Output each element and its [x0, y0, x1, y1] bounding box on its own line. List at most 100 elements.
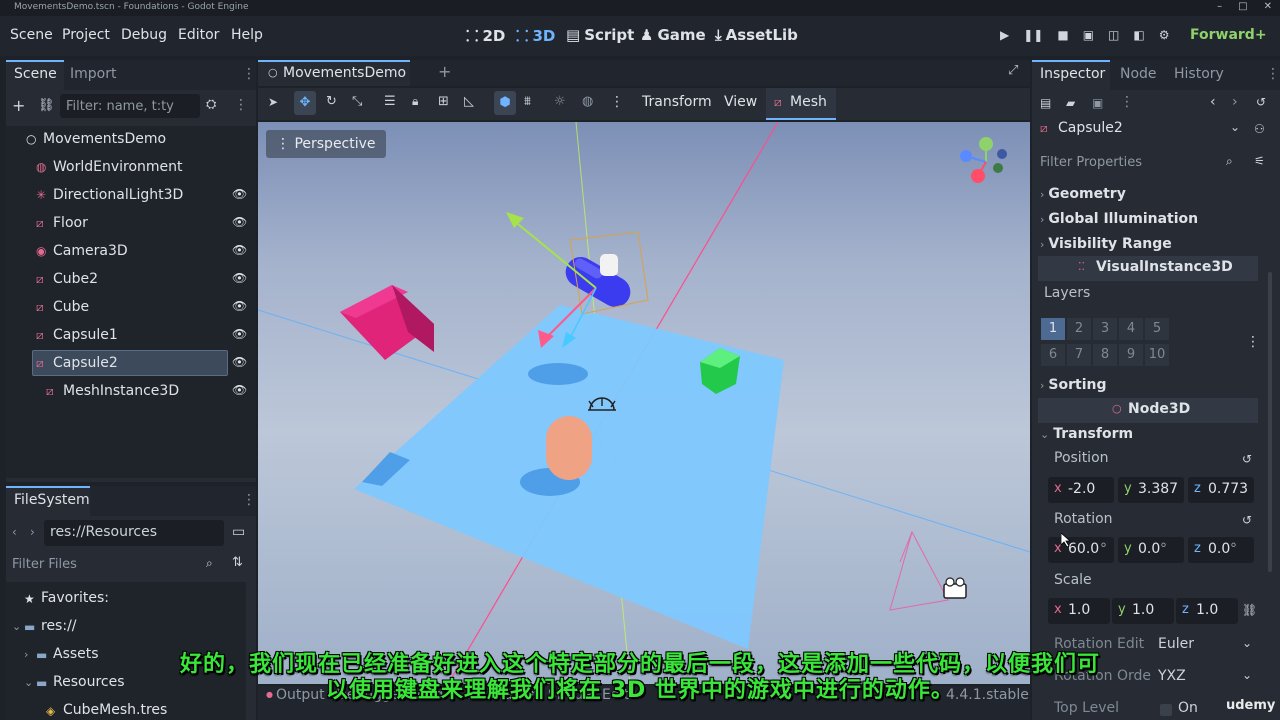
menu-help[interactable]: Help: [231, 27, 263, 43]
ruler-icon[interactable]: ◺: [464, 94, 474, 109]
workspace-game-button[interactable]: ♟ Game: [640, 26, 706, 44]
menu-project[interactable]: Project: [62, 27, 110, 43]
rotate-tool-icon[interactable]: ↻: [326, 94, 337, 109]
scene-tree-item-cube[interactable]: ⧄ Cube 👁︎: [10, 294, 250, 322]
layers-menu-icon[interactable]: ⋮: [1246, 334, 1260, 350]
add-node-icon[interactable]: +: [12, 96, 25, 115]
sort-icon[interactable]: ⇅: [232, 555, 243, 570]
add-scene-tab-icon[interactable]: +: [438, 62, 451, 81]
workspace-2d-button[interactable]: ⸬ 2D: [466, 26, 505, 46]
minimize-button[interactable]: –: [1217, 1, 1222, 12]
layer-cell-4[interactable]: 4: [1119, 318, 1143, 340]
scale-x-field[interactable]: x 1.0: [1048, 598, 1110, 624]
rotation-revert-icon[interactable]: ↺: [1242, 513, 1252, 527]
property-options-icon[interactable]: ⚟: [1254, 154, 1265, 168]
view-menu[interactable]: View: [724, 94, 757, 110]
run-custom-scene-icon[interactable]: ⚙: [1159, 28, 1170, 42]
scene-tree-item-floor[interactable]: ⧄ Floor 👁︎: [10, 210, 250, 238]
scene-tree-item-capsule2[interactable]: ⧄ Capsule2 👁︎: [10, 350, 250, 378]
history-back-icon[interactable]: ‹: [1210, 94, 1216, 110]
layer-cell-6[interactable]: 6: [1041, 344, 1065, 366]
close-window-button[interactable]: ✕: [1264, 1, 1272, 12]
forward-icon[interactable]: ›: [30, 525, 35, 539]
toolbar-more-icon[interactable]: ⋮: [610, 94, 624, 110]
tab-scene[interactable]: Scene: [14, 66, 57, 82]
scene-tree-item-camera3d[interactable]: ◉ Camera3D 👁︎: [10, 238, 250, 266]
scale-y-field[interactable]: y 1.0: [1112, 598, 1174, 624]
scale-z-field[interactable]: z 1.0: [1176, 598, 1238, 624]
perspective-menu[interactable]: ⋮ Perspective: [266, 130, 386, 158]
visibility-eye-icon[interactable]: 👁︎: [232, 243, 247, 257]
link-scale-icon[interactable]: ⛓: [1242, 603, 1257, 617]
position-z-field[interactable]: z 0.773: [1188, 477, 1254, 503]
visibility-eye-icon[interactable]: 👁︎: [232, 187, 247, 201]
select-tool-icon[interactable]: ➤: [268, 95, 278, 109]
file-tree-item-favorites[interactable]: ★ Favorites:: [10, 590, 242, 614]
recent-history-icon[interactable]: ↺: [1256, 95, 1266, 109]
history-forward-icon[interactable]: ›: [1232, 94, 1238, 110]
visibility-eye-icon[interactable]: 👁︎: [232, 215, 247, 229]
filesystem-menu-icon[interactable]: ⋮: [242, 492, 256, 508]
scene-tree-item-directionallight3d[interactable]: ✳ DirectionalLight3D 👁︎: [10, 182, 250, 210]
dock-menu-icon[interactable]: ⋮: [242, 66, 256, 82]
workspace-assetlib-button[interactable]: ⤓ AssetLib: [715, 26, 798, 44]
snap-icon[interactable]: ⩩: [524, 94, 531, 109]
position-revert-icon[interactable]: ↺: [1242, 452, 1252, 466]
scene-tree-menu-icon[interactable]: ⋮: [234, 97, 248, 113]
workspace-3d-button[interactable]: ⸬ 3D: [516, 26, 555, 46]
node-info-icon[interactable]: ⚇: [1254, 122, 1265, 136]
rotation-y-field[interactable]: y 0.0 °: [1118, 537, 1184, 563]
scene-filter-input[interactable]: [60, 94, 200, 118]
inspector-tools-icon[interactable]: ⋮: [1120, 94, 1134, 110]
scene-tree-item-movementsdemo[interactable]: ○ MovementsDemo: [10, 126, 250, 154]
new-resource-icon[interactable]: ▤: [1040, 96, 1051, 110]
tab-node[interactable]: Node: [1120, 66, 1157, 82]
section-sorting[interactable]: › Sorting: [1040, 377, 1107, 393]
layer-cell-8[interactable]: 8: [1093, 344, 1117, 366]
run-current-scene-icon[interactable]: ◧: [1133, 28, 1144, 42]
scale-tool-icon[interactable]: ⤡: [352, 94, 362, 109]
local-space-icon[interactable]: ⬢: [494, 91, 516, 115]
3d-viewport[interactable]: ⋮ Perspective: [258, 122, 1030, 684]
inspector-dock-menu-icon[interactable]: ⋮: [1266, 66, 1280, 82]
workspace-script-button[interactable]: ▤ Script: [566, 26, 634, 44]
file-tree-item-res[interactable]: ⌄ ▬ res://: [10, 618, 242, 642]
list-select-icon[interactable]: ☰: [384, 94, 396, 109]
file-tree-item-cubemesh-tres[interactable]: ◈ CubeMesh.tres: [10, 702, 242, 716]
visibility-eye-icon[interactable]: 👁︎: [232, 271, 247, 285]
open-resource-icon[interactable]: ▰: [1066, 96, 1075, 110]
back-icon[interactable]: ‹: [12, 525, 17, 539]
section-global-illumination[interactable]: › Global Illumination: [1040, 211, 1198, 227]
section-transform[interactable]: ⌄ Transform: [1040, 426, 1133, 442]
pause-icon[interactable]: ❚❚: [1023, 28, 1043, 42]
object-selector[interactable]: ⧄ Capsule2 ⌄: [1034, 118, 1244, 142]
layer-cell-9[interactable]: 9: [1119, 344, 1143, 366]
play-icon[interactable]: ▶: [1000, 28, 1009, 42]
layer-cell-10[interactable]: 10: [1145, 344, 1169, 366]
movie-maker-icon[interactable]: ◫: [1108, 28, 1119, 42]
section-visibility-range[interactable]: › Visibility Range: [1040, 236, 1172, 252]
visibility-eye-icon[interactable]: 👁︎: [232, 327, 247, 341]
rotation-x-field[interactable]: x 60.0 °: [1048, 537, 1114, 563]
menu-debug[interactable]: Debug: [121, 27, 167, 43]
visibility-eye-icon[interactable]: 👁︎: [232, 299, 247, 313]
environment-preview-icon[interactable]: ◍: [582, 94, 593, 109]
layer-cell-5[interactable]: 5: [1145, 318, 1169, 340]
stop-icon[interactable]: ■: [1057, 28, 1068, 42]
transform-menu[interactable]: Transform: [642, 94, 712, 110]
tab-filesystem[interactable]: FileSystem: [14, 492, 90, 508]
link-icon[interactable]: ⛓: [38, 98, 55, 113]
move-tool-icon[interactable]: ✥: [294, 91, 316, 115]
menu-editor[interactable]: Editor: [178, 27, 219, 43]
position-y-field[interactable]: y 3.387: [1118, 477, 1184, 503]
position-x-field[interactable]: x -2.0: [1048, 477, 1114, 503]
maximize-button[interactable]: □: [1238, 1, 1247, 12]
mesh-menu[interactable]: ⧄ Mesh: [766, 88, 836, 120]
layer-cell-2[interactable]: 2: [1067, 318, 1091, 340]
menu-scene[interactable]: Scene: [10, 27, 53, 43]
section-geometry[interactable]: › Geometry: [1040, 186, 1126, 202]
save-resource-icon[interactable]: ▣: [1092, 96, 1103, 110]
layer-cell-1[interactable]: 1: [1041, 318, 1065, 340]
layer-cell-7[interactable]: 7: [1067, 344, 1091, 366]
scene-tree-item-meshinstance3d[interactable]: ⧄ MeshInstance3D 👁︎: [10, 378, 250, 406]
